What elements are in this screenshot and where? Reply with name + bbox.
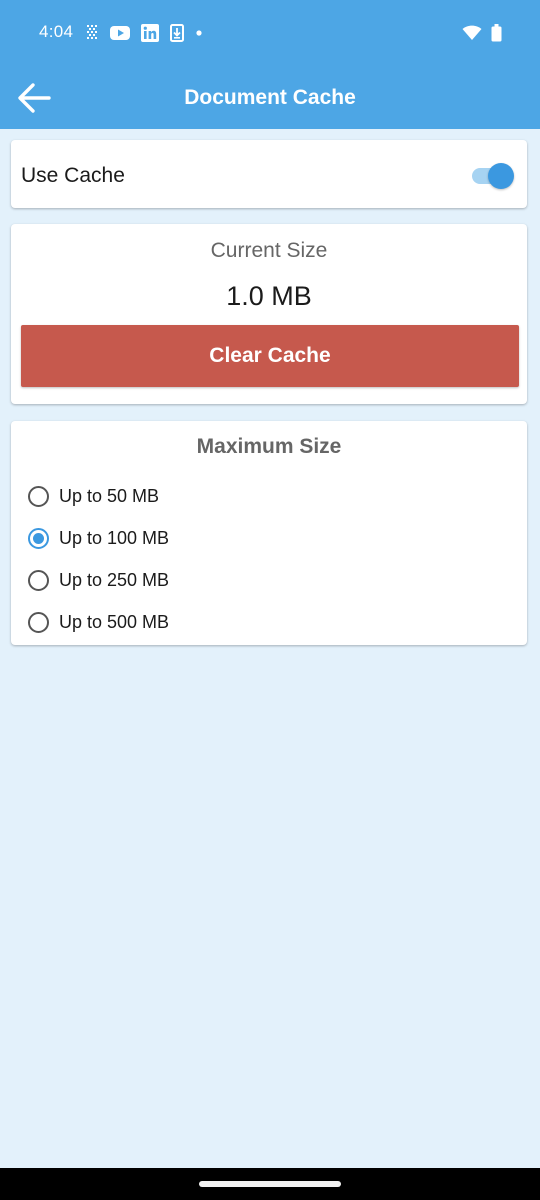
radio-option-500mb[interactable]: Up to 500 MB [28, 601, 169, 643]
signal-grid-icon [86, 24, 99, 42]
app-bar: Document Cache [0, 66, 540, 129]
status-time: 4:04 [39, 22, 74, 41]
radio-button-icon[interactable] [28, 485, 49, 507]
youtube-icon [110, 25, 130, 41]
radio-option-label: Up to 50 MB [59, 485, 160, 506]
dot-icon [195, 29, 203, 37]
toggle-thumb [488, 163, 514, 189]
clear-cache-button[interactable]: Clear Cache [21, 325, 519, 387]
radio-option-50mb[interactable]: Up to 50 MB [28, 475, 169, 517]
use-cache-label: Use Cache [21, 164, 125, 187]
current-size-card: Current Size 1.0 MB Clear Cache [11, 224, 527, 404]
radio-option-label: Up to 100 MB [59, 527, 170, 548]
maximum-size-options: Up to 50 MB Up to 100 MB Up to 250 MB Up… [28, 475, 169, 643]
notification-icons [86, 22, 203, 44]
use-cache-toggle[interactable] [472, 163, 514, 189]
use-cache-card: Use Cache [11, 140, 527, 208]
status-bar: 4:04 [0, 0, 540, 66]
current-size-label: Current Size [210, 239, 328, 262]
radio-option-250mb[interactable]: Up to 250 MB [28, 559, 169, 601]
home-indicator[interactable] [199, 1181, 341, 1187]
radio-button-icon[interactable] [28, 569, 49, 591]
download-icon [170, 24, 184, 42]
system-icons [462, 22, 502, 44]
battery-icon [491, 24, 502, 42]
linkedin-icon [141, 24, 159, 42]
radio-option-100mb[interactable]: Up to 100 MB [28, 517, 169, 559]
radio-option-label: Up to 250 MB [59, 569, 170, 590]
wifi-icon [462, 25, 482, 41]
navigation-bar [0, 1168, 540, 1200]
maximum-size-card: Maximum Size Up to 50 MB Up to 100 MB Up… [11, 421, 527, 645]
page-title: Document Cache [184, 86, 356, 109]
maximum-size-title: Maximum Size [196, 435, 342, 458]
radio-option-label: Up to 500 MB [59, 611, 170, 632]
radio-button-selected-icon[interactable] [28, 527, 49, 549]
current-size-value: 1.0 MB [226, 281, 312, 311]
radio-button-icon[interactable] [28, 611, 49, 633]
